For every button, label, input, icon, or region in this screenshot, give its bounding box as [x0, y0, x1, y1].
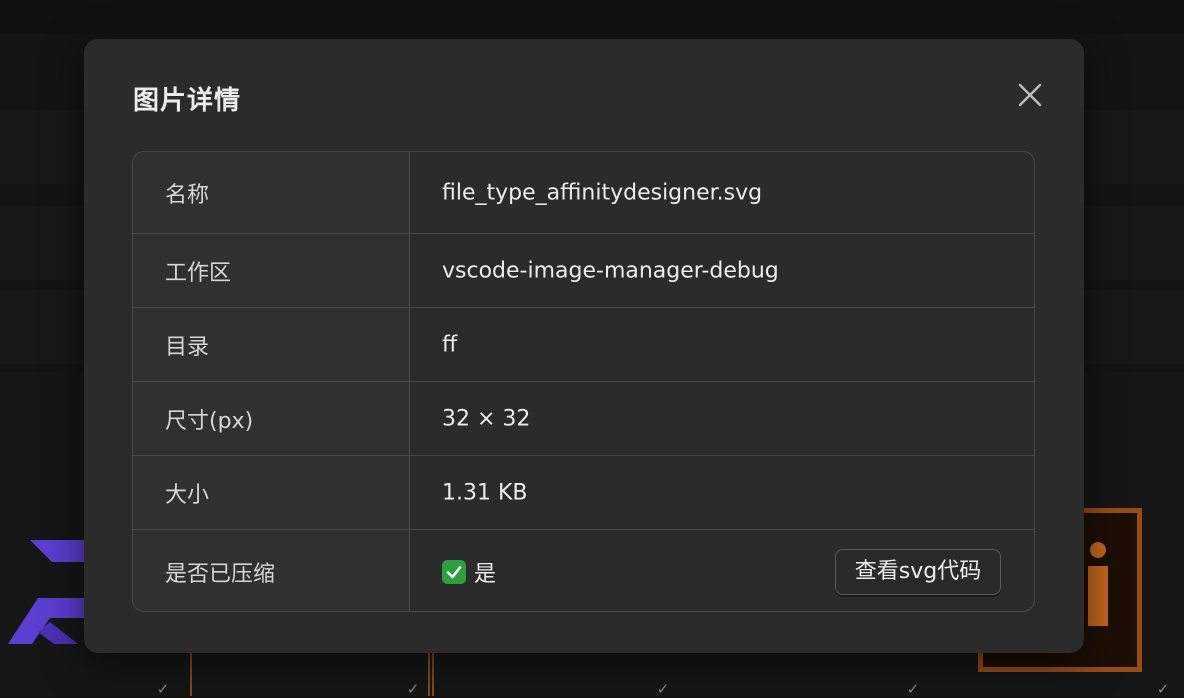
value-cell: ff [410, 308, 1034, 381]
directory-value: ff [442, 332, 458, 357]
value-cell: file_type_affinitydesigner.svg [410, 152, 1034, 233]
check-mark-emoji-icon [442, 559, 466, 584]
table-row-directory: 目录 ff [133, 308, 1034, 382]
select-check-icon: ✓ [156, 680, 170, 698]
label-cell: 目录 [133, 308, 410, 381]
close-button[interactable] [1014, 79, 1046, 111]
table-row-compressed: 是否已压缩 是 查看svg代码 [133, 530, 1034, 611]
file-size-value: 1.31 KB [442, 480, 528, 505]
label-cell: 大小 [133, 456, 410, 529]
select-check-icon: ✓ [1156, 680, 1170, 698]
background-tile [428, 650, 430, 696]
compressed-value: 是 [474, 561, 497, 587]
row-label: 目录 [165, 334, 210, 360]
label-cell: 是否已压缩 [133, 530, 410, 611]
row-label: 大小 [165, 482, 210, 508]
select-check-icon: ✓ [406, 680, 420, 698]
row-label: 尺寸(px) [165, 408, 254, 434]
modal-title: 图片详情 [133, 86, 242, 116]
value-cell: vscode-image-manager-debug [410, 234, 1034, 307]
label-cell: 工作区 [133, 234, 410, 307]
select-check-icon: ✓ [906, 680, 920, 698]
workspace-value: vscode-image-manager-debug [442, 258, 779, 283]
table-row-workspace: 工作区 vscode-image-manager-debug [133, 234, 1034, 308]
close-icon [1018, 83, 1042, 107]
table-row-name: 名称 file_type_affinitydesigner.svg [133, 152, 1034, 234]
details-table: 名称 file_type_affinitydesigner.svg 工作区 vs… [132, 151, 1035, 612]
background-tile [190, 650, 434, 696]
value-cell: 32 × 32 [410, 382, 1034, 455]
file-name-value: file_type_affinitydesigner.svg [442, 180, 763, 205]
row-label: 名称 [165, 182, 210, 208]
image-details-modal: 图片详情 名称 file_type_affinitydesigner.svg 工… [84, 39, 1084, 653]
row-label: 工作区 [165, 260, 232, 286]
select-check-icon: ✓ [656, 680, 670, 698]
dimensions-value: 32 × 32 [442, 406, 531, 431]
label-cell: 名称 [133, 152, 410, 233]
value-cell: 是 查看svg代码 [410, 530, 1034, 611]
label-cell: 尺寸(px) [133, 382, 410, 455]
background-topbar [0, 0, 1184, 34]
illustrator-i-icon [1088, 542, 1108, 626]
table-row-dimensions: 尺寸(px) 32 × 32 [133, 382, 1034, 456]
value-cell: 1.31 KB [410, 456, 1034, 529]
table-row-size: 大小 1.31 KB [133, 456, 1034, 530]
row-label: 是否已压缩 [165, 561, 276, 587]
view-svg-code-button[interactable]: 查看svg代码 [835, 548, 1001, 595]
